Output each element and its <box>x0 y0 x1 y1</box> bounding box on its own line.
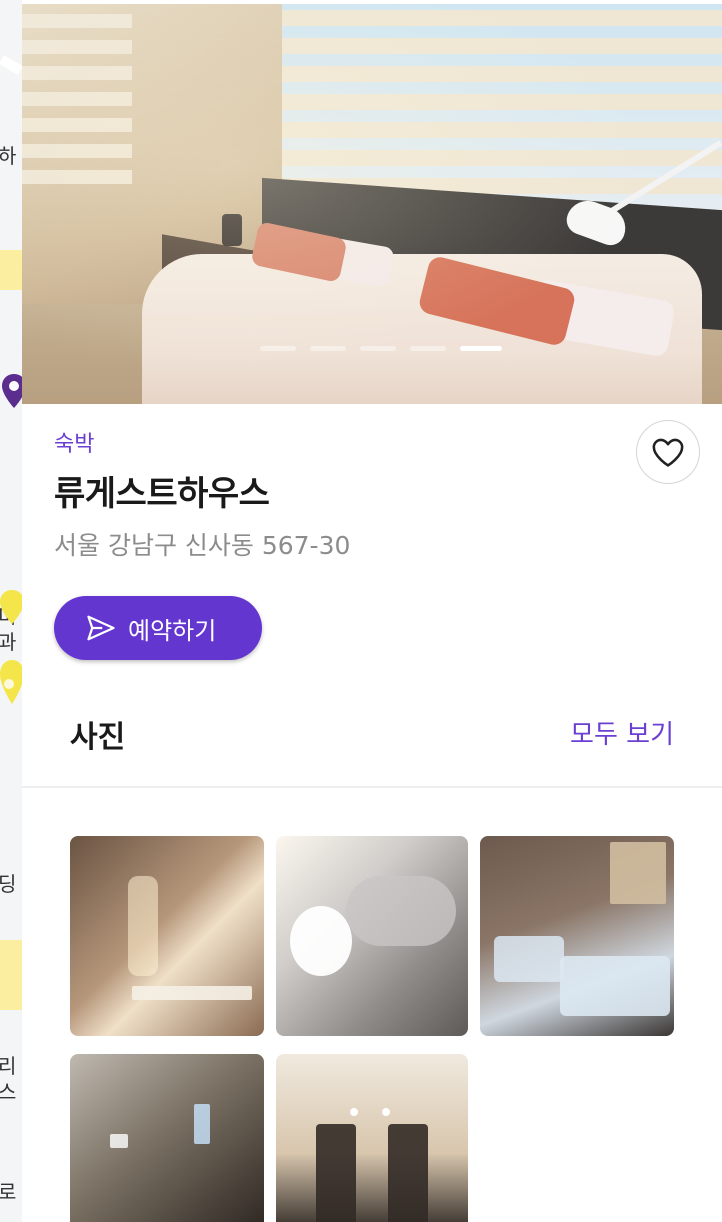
hero-photo-carousel[interactable] <box>22 4 722 404</box>
reserve-button-label: 예약하기 <box>128 616 217 645</box>
map-pin-icon[interactable] <box>0 590 24 650</box>
photo-thumbnail[interactable] <box>276 836 468 1036</box>
map-label: 하 <box>0 144 17 168</box>
carousel-dot[interactable] <box>310 346 346 351</box>
map-label: 로 <box>0 1180 17 1204</box>
place-category: 숙박 <box>54 432 95 457</box>
photos-section-header: 사진 모두 보기 <box>22 700 722 788</box>
map-pin-icon[interactable] <box>0 660 24 720</box>
place-detail-sheet: 숙박 류게스트하우스 서울 강남구 신사동 567-30 예약하기 사진 모두 … <box>22 0 722 1222</box>
photos-section-title: 사진 <box>70 720 126 755</box>
place-address: 서울 강남구 신사동 567-30 <box>54 531 351 560</box>
carousel-dot-active[interactable] <box>460 346 502 351</box>
photo-thumbnail[interactable] <box>480 836 674 1036</box>
send-icon <box>87 615 115 641</box>
photo-thumbnail[interactable] <box>276 1054 468 1222</box>
photo-thumbnail[interactable] <box>70 1054 264 1222</box>
reserve-button[interactable]: 예약하기 <box>54 596 262 660</box>
carousel-dot[interactable] <box>410 346 446 351</box>
see-all-photos-link[interactable]: 모두 보기 <box>570 714 674 751</box>
map-label: 리 <box>0 1054 17 1078</box>
favorite-button[interactable] <box>636 420 700 484</box>
heart-outline-icon <box>652 438 684 467</box>
carousel-dot[interactable] <box>360 346 396 351</box>
map-label: 딩 <box>0 872 17 896</box>
map-label: 스 <box>0 1080 17 1104</box>
place-name: 류게스트하우스 <box>54 474 270 514</box>
carousel-dot[interactable] <box>260 346 296 351</box>
carousel-indicator <box>260 346 502 351</box>
photo-thumbnail[interactable] <box>70 836 264 1036</box>
